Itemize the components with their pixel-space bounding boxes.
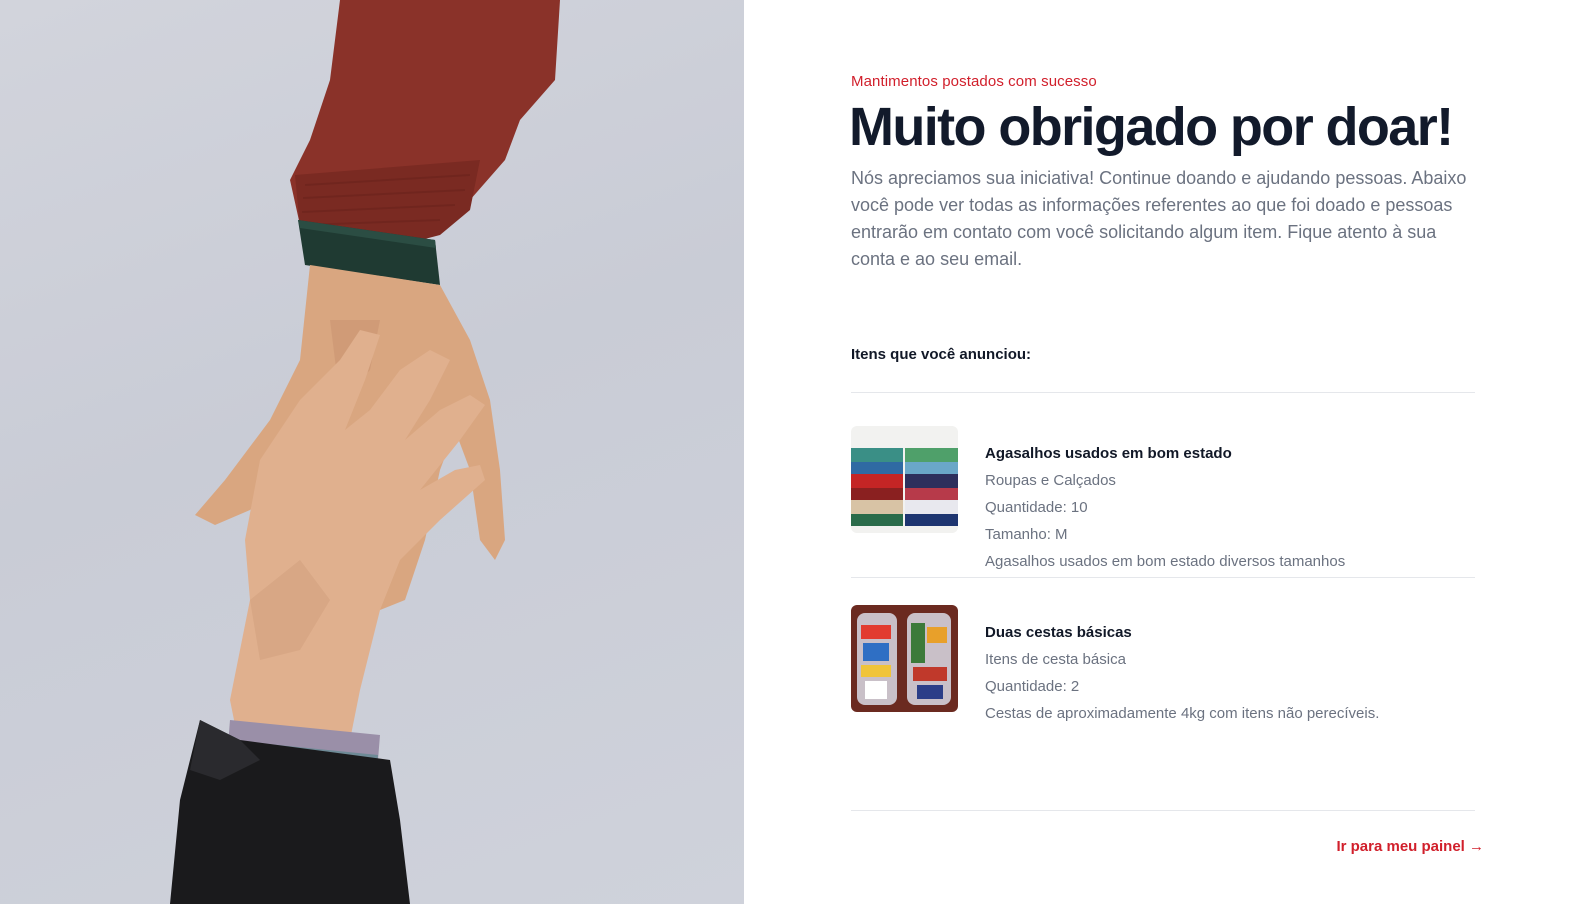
- item-description: Agasalhos usados em bom estado diversos …: [985, 553, 1346, 570]
- go-to-dashboard-link[interactable]: Ir para meu painel →: [1336, 838, 1484, 855]
- divider: [851, 810, 1475, 811]
- hands-illustration: [170, 0, 560, 904]
- item-description: Cestas de aproximadamente 4kg com itens …: [985, 705, 1380, 722]
- item-name: Duas cestas básicas: [985, 624, 1132, 641]
- items-section-label: Itens que você anunciou:: [851, 346, 1032, 363]
- item-details: Duas cestas básicas Itens de cesta básic…: [985, 619, 1379, 727]
- item-category: Roupas e Calçados: [985, 472, 1116, 489]
- folded-clothes-thumbnail: [851, 426, 958, 533]
- page-title: Muito obrigado por doar!: [849, 97, 1454, 157]
- item-name: Agasalhos usados em bom estado: [985, 445, 1232, 462]
- folded-clothes-icon: [851, 426, 958, 533]
- confirmation-panel: Mantimentos postados com sucesso Muito o…: [744, 0, 1594, 904]
- page: Mantimentos postados com sucesso Muito o…: [0, 0, 1594, 904]
- divider: [851, 577, 1475, 578]
- lead-paragraph: Nós apreciamos sua iniciativa! Continue …: [851, 168, 1467, 269]
- list-item: Agasalhos usados em bom estado Roupas e …: [851, 426, 1475, 575]
- success-eyebrow: Mantimentos postados com sucesso: [851, 73, 1097, 90]
- item-size: Tamanho: M: [985, 526, 1068, 543]
- grocery-basket-icon: [851, 605, 958, 712]
- item-quantity: Quantidade: 10: [985, 499, 1088, 516]
- item-quantity: Quantidade: 2: [985, 678, 1080, 695]
- item-category: Itens de cesta básica: [985, 651, 1126, 668]
- list-item: Duas cestas básicas Itens de cesta básic…: [851, 605, 1475, 727]
- grocery-basket-thumbnail: [851, 605, 958, 712]
- divider: [851, 392, 1475, 393]
- item-details: Agasalhos usados em bom estado Roupas e …: [985, 440, 1345, 575]
- hero-image: [0, 0, 744, 904]
